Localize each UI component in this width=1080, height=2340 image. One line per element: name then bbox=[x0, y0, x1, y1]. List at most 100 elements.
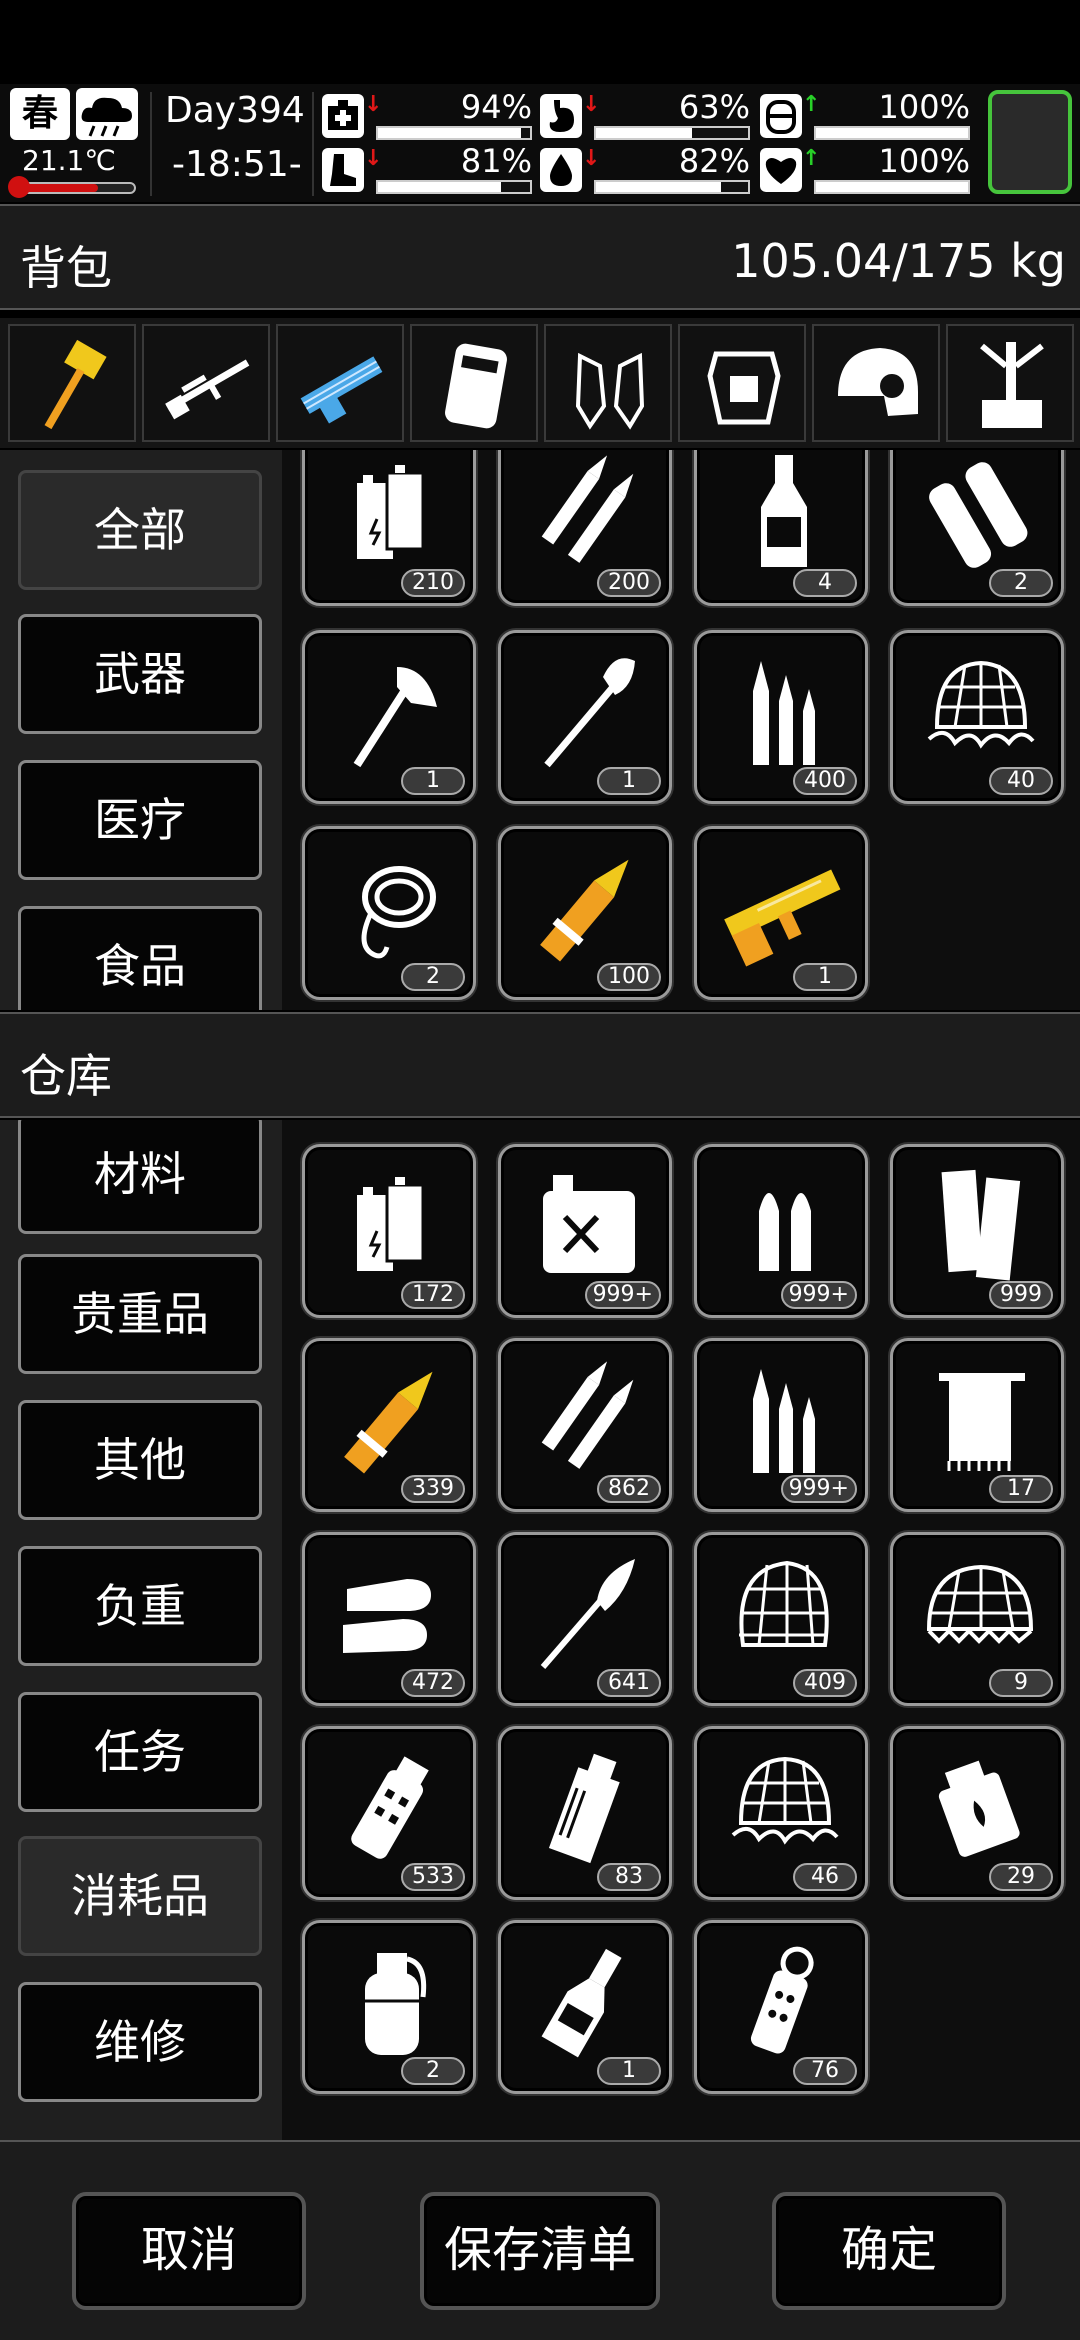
item-tile[interactable]: 409 bbox=[694, 1532, 868, 1706]
trend-arrow: ↓ bbox=[582, 92, 601, 117]
equip-slot-gloves[interactable] bbox=[544, 324, 672, 442]
item-count: 9 bbox=[989, 1669, 1053, 1697]
quick-slot[interactable] bbox=[988, 90, 1072, 194]
item-count: 210 bbox=[401, 569, 465, 597]
item-count: 1 bbox=[597, 767, 661, 795]
body-armor-icon bbox=[707, 351, 781, 425]
trend-arrow: ↓ bbox=[582, 146, 601, 171]
item-tile[interactable]: 999+ bbox=[694, 1338, 868, 1512]
slug-icon bbox=[343, 1579, 431, 1653]
stomach-icon bbox=[540, 94, 582, 138]
bottle-icon bbox=[761, 455, 807, 567]
category-repair[interactable]: 维修 bbox=[18, 1982, 262, 2102]
confirm-button[interactable]: 确定 bbox=[772, 2192, 1006, 2310]
armor-icon bbox=[760, 94, 802, 138]
sniper-rifle-icon bbox=[165, 359, 250, 420]
equip-slot-armor[interactable] bbox=[678, 324, 806, 442]
item-tile[interactable]: 46 bbox=[694, 1726, 868, 1900]
item-tile[interactable]: 1 bbox=[694, 826, 868, 1000]
category-food[interactable]: 食品 bbox=[18, 906, 262, 1010]
item-count: 641 bbox=[597, 1669, 661, 1697]
trend-arrow: ↑ bbox=[802, 146, 821, 171]
equip-slot-vest[interactable] bbox=[410, 324, 538, 442]
battery-icon bbox=[357, 465, 425, 559]
category-quests[interactable]: 任务 bbox=[18, 1692, 262, 1812]
trend-arrow: ↑ bbox=[802, 92, 821, 117]
item-count: 83 bbox=[597, 1863, 661, 1891]
hunger-bar bbox=[594, 126, 750, 140]
item-tile[interactable]: 472 bbox=[302, 1532, 476, 1706]
item-tile[interactable]: 999+ bbox=[694, 1144, 868, 1318]
item-tile[interactable]: 40 bbox=[890, 630, 1064, 804]
item-tile[interactable]: 1 bbox=[498, 630, 672, 804]
category-consumables[interactable]: 消耗品 bbox=[18, 1836, 262, 1956]
item-tile[interactable]: 17 bbox=[890, 1338, 1064, 1512]
molotov-icon bbox=[541, 1948, 622, 2058]
item-tile[interactable]: 200 bbox=[498, 450, 672, 606]
thermometer-icon bbox=[8, 176, 30, 198]
thirst-value: 82% bbox=[678, 142, 750, 180]
item-count: 999+ bbox=[780, 1475, 857, 1503]
item-count: 29 bbox=[989, 1863, 1053, 1891]
medkit-icon bbox=[322, 94, 364, 138]
item-tile[interactable]: 4 bbox=[694, 450, 868, 606]
category-load[interactable]: 负重 bbox=[18, 1546, 262, 1666]
thirst-bar bbox=[594, 180, 750, 194]
water-drop-icon bbox=[540, 148, 582, 192]
save-list-button[interactable]: 保存清单 bbox=[420, 2192, 660, 2310]
cloud-rain-icon bbox=[76, 88, 138, 140]
survival-hud: 春 21.1℃ Day394 -18:51- ↓ 94% ↓ 63% ↑ 100… bbox=[0, 84, 1080, 202]
item-count: 40 bbox=[989, 767, 1053, 795]
category-other[interactable]: 其他 bbox=[18, 1400, 262, 1520]
item-count: 999+ bbox=[584, 1281, 661, 1309]
equip-slot-rifle[interactable] bbox=[142, 324, 270, 442]
thirst-stat: ↓ 82% bbox=[540, 142, 760, 196]
item-tile[interactable]: 83 bbox=[498, 1726, 672, 1900]
hunger-stat: ↓ 63% bbox=[540, 88, 760, 142]
equip-slot-backpack[interactable] bbox=[946, 324, 1074, 442]
item-tile[interactable]: 1 bbox=[498, 1920, 672, 2094]
item-tile[interactable]: 533 bbox=[302, 1726, 476, 1900]
category-valuables[interactable]: 贵重品 bbox=[18, 1254, 262, 1374]
item-tile[interactable]: 29 bbox=[890, 1726, 1064, 1900]
item-tile[interactable]: 9 bbox=[890, 1532, 1064, 1706]
category-materials[interactable]: 材料 bbox=[18, 1120, 262, 1234]
item-count: 172 bbox=[401, 1281, 465, 1309]
item-count: 533 bbox=[401, 1863, 465, 1891]
item-tile[interactable]: 100 bbox=[498, 826, 672, 1000]
backpack-title: 背包 bbox=[20, 241, 112, 295]
item-tile[interactable]: 76 bbox=[694, 1920, 868, 2094]
category-medical[interactable]: 医疗 bbox=[18, 760, 262, 880]
stamina-stat: ↓ 81% bbox=[322, 142, 542, 196]
equip-slot-weapon[interactable] bbox=[8, 324, 136, 442]
item-tile[interactable]: 641 bbox=[498, 1532, 672, 1706]
cancel-button[interactable]: 取消 bbox=[72, 2192, 306, 2310]
item-tile[interactable]: 172 bbox=[302, 1144, 476, 1318]
backpack-weight: 105.04/175 kg bbox=[731, 234, 1066, 288]
axe-icon bbox=[353, 667, 437, 768]
item-tile[interactable]: 2 bbox=[302, 826, 476, 1000]
equip-slot-heavy[interactable] bbox=[276, 324, 404, 442]
item-tile[interactable]: 2 bbox=[302, 1920, 476, 2094]
category-all[interactable]: 全部 bbox=[18, 470, 262, 590]
item-tile[interactable]: 999 bbox=[890, 1144, 1064, 1318]
item-count: 400 bbox=[793, 767, 857, 795]
vest-icon bbox=[445, 343, 507, 429]
warehouse-panel: 材料 贵重品 其他 负重 任务 消耗品 维修 172 999+ 999+ 999… bbox=[0, 1120, 1080, 2140]
item-tile[interactable]: 400 bbox=[694, 630, 868, 804]
item-tile[interactable]: 862 bbox=[498, 1338, 672, 1512]
bullets-icon bbox=[541, 1361, 634, 1469]
item-count: 1 bbox=[793, 963, 857, 991]
category-weapons[interactable]: 武器 bbox=[18, 614, 262, 734]
item-tile[interactable]: 999+ bbox=[498, 1144, 672, 1318]
flashbang-icon bbox=[351, 1756, 429, 1859]
heart-icon bbox=[760, 148, 802, 192]
item-tile[interactable]: 2 bbox=[890, 450, 1064, 606]
item-count: 472 bbox=[401, 1669, 465, 1697]
frag-grenade-icon bbox=[365, 1953, 427, 2055]
item-count: 1 bbox=[401, 767, 465, 795]
item-tile[interactable]: 210 bbox=[302, 450, 476, 606]
item-tile[interactable]: 1 bbox=[302, 630, 476, 804]
equip-slot-helmet[interactable] bbox=[812, 324, 940, 442]
item-tile[interactable]: 339 bbox=[302, 1338, 476, 1512]
